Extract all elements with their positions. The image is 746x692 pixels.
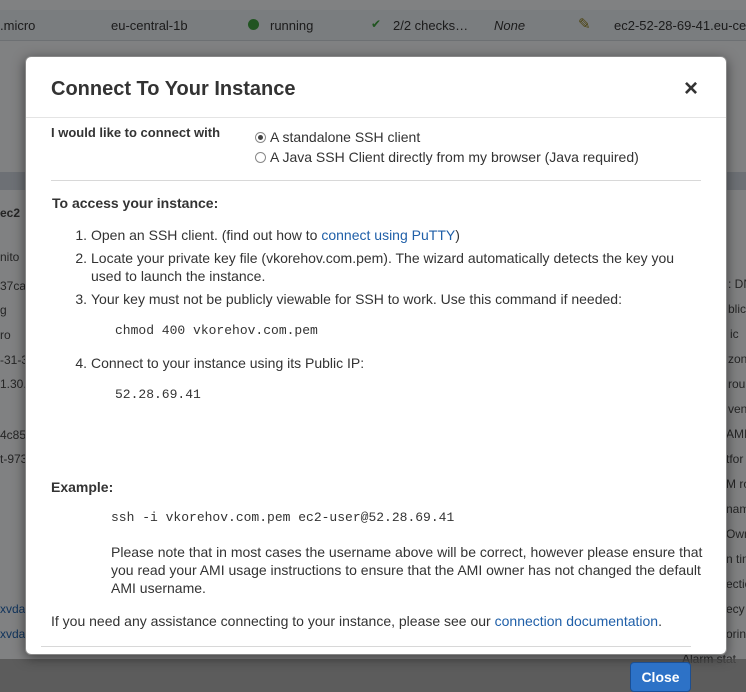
access-heading: To access your instance: xyxy=(52,195,219,211)
ssh-command: ssh -i vkorehov.com.pem ec2-user@52.28.6… xyxy=(111,510,455,525)
assistance-text: If you need any assistance connecting to… xyxy=(51,613,662,629)
step-text: Your key must not be publicly viewable f… xyxy=(91,291,622,307)
divider xyxy=(51,180,701,181)
putty-link[interactable]: connect using PuTTY xyxy=(321,227,455,243)
step-number: 2. xyxy=(75,250,87,266)
step-text-end: ) xyxy=(455,227,460,243)
option-label: A Java SSH Client directly from my brows… xyxy=(270,149,639,165)
example-heading: Example: xyxy=(51,479,114,495)
close-button[interactable]: Close xyxy=(630,662,691,692)
footer-divider xyxy=(41,646,691,647)
connect-with-label: I would like to connect with xyxy=(51,125,221,140)
step-text: Connect to your instance using its Publi… xyxy=(91,355,365,371)
option-label: A standalone SSH client xyxy=(270,129,421,145)
step-number: 1. xyxy=(75,227,87,243)
option-java-ssh[interactable]: A Java SSH Client directly from my brows… xyxy=(255,149,639,165)
close-icon[interactable]: × xyxy=(679,77,703,101)
dialog-title: Connect To Your Instance xyxy=(51,78,296,100)
option-standalone-ssh[interactable]: A standalone SSH client xyxy=(255,129,420,145)
step-number: 3. xyxy=(75,291,87,307)
step-text: Open an SSH client. (find out how to xyxy=(91,227,322,243)
username-note: Please note that in most cases the usern… xyxy=(111,544,703,596)
radio-unselected-icon[interactable] xyxy=(255,151,266,163)
public-ip: 52.28.69.41 xyxy=(115,387,201,402)
step-text: Locate your private key file (vkorehov.c… xyxy=(91,250,675,284)
chmod-command: chmod 400 vkorehov.com.pem xyxy=(115,323,318,338)
radio-selected-icon[interactable] xyxy=(255,131,266,143)
connection-docs-link[interactable]: connection documentation xyxy=(495,613,658,629)
step-number: 4. xyxy=(75,355,87,371)
dialog-header: Connect To Your Instance × xyxy=(26,57,726,118)
connect-dialog: Connect To Your Instance × I would like … xyxy=(25,56,727,692)
